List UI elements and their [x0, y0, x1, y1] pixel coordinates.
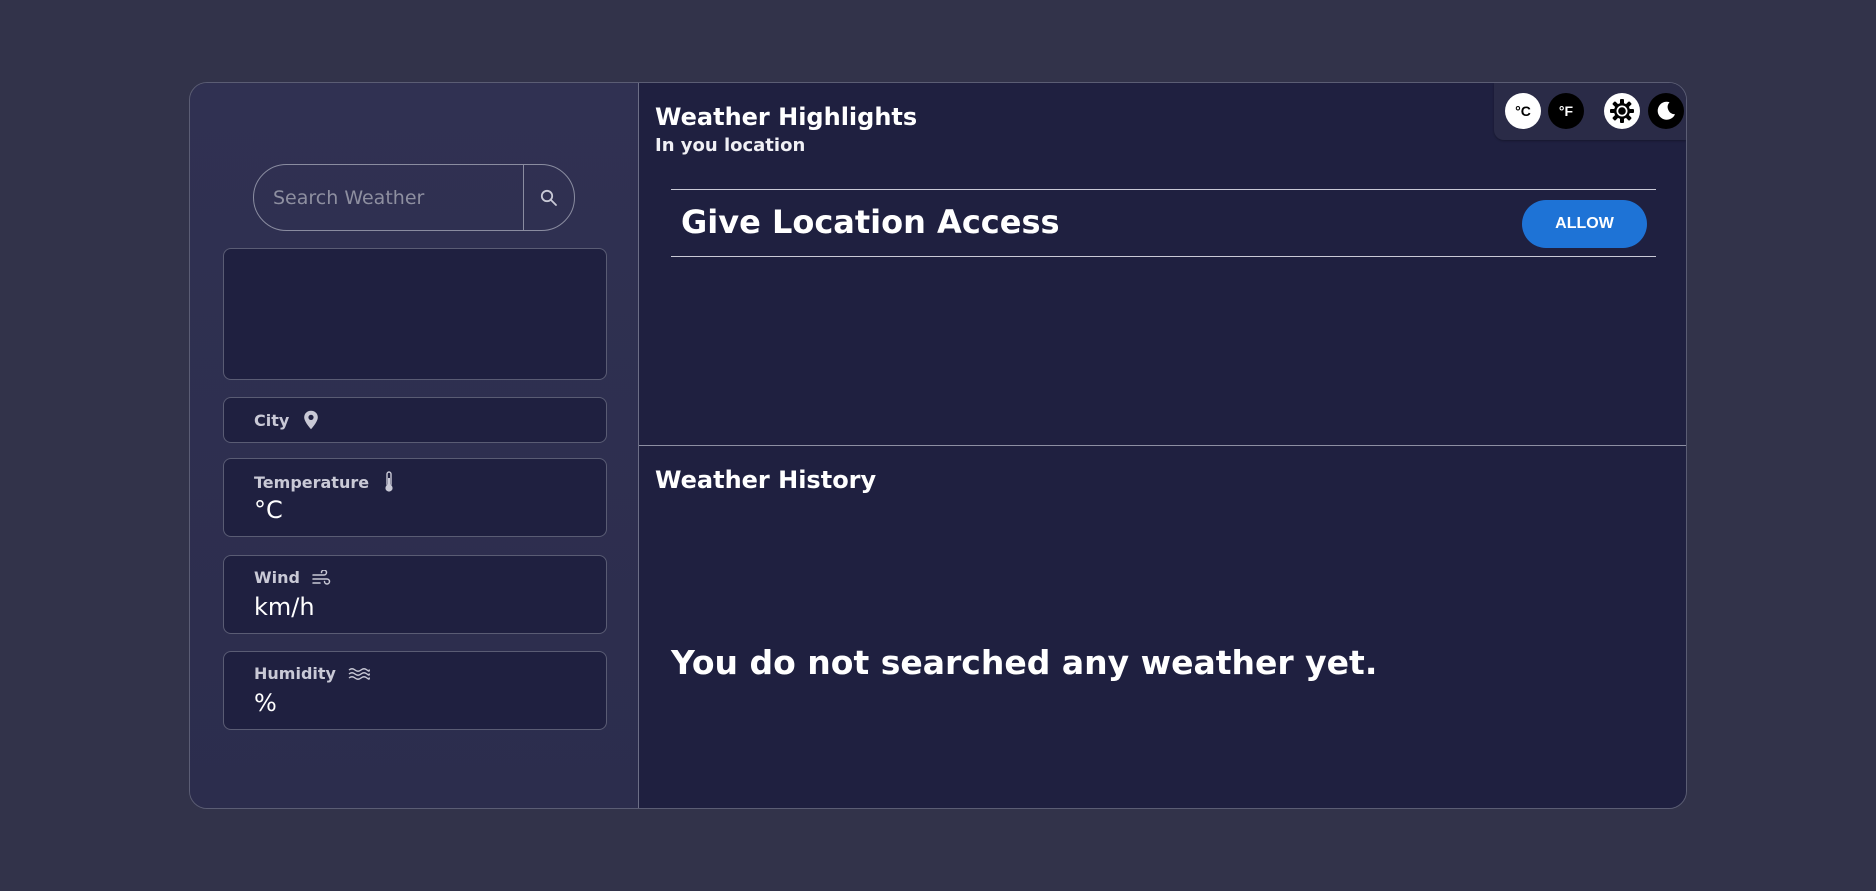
temperature-card: Temperature °C: [223, 458, 607, 537]
location-access-prompt: Give Location Access: [681, 203, 1060, 241]
humidity-waves-icon: [348, 667, 370, 680]
humidity-label-row: Humidity: [254, 664, 370, 683]
temperature-label-row: Temperature: [254, 471, 395, 493]
highlights-section: Weather Highlights In you location °C °F: [639, 83, 1686, 446]
fahrenheit-toggle[interactable]: °F: [1548, 93, 1584, 129]
city-label-row: City: [254, 410, 319, 430]
dark-theme-button[interactable]: [1648, 93, 1684, 129]
search-button[interactable]: [523, 165, 574, 230]
history-empty-message: You do not searched any weather yet.: [671, 643, 1378, 682]
search-input[interactable]: [254, 165, 523, 230]
wind-label: Wind: [254, 568, 300, 587]
city-label: City: [254, 410, 290, 430]
city-card: City: [223, 397, 607, 443]
allow-location-button[interactable]: ALLOW: [1522, 200, 1647, 248]
highlights-title: Weather Highlights: [655, 103, 918, 131]
sun-gear-icon: [1610, 99, 1634, 123]
humidity-card: Humidity %: [223, 651, 607, 730]
humidity-value: %: [254, 689, 277, 717]
wind-card: Wind km/h: [223, 555, 607, 634]
thermometer-icon: [385, 471, 393, 492]
moon-icon: [1657, 101, 1675, 120]
history-title: Weather History: [655, 466, 877, 494]
celsius-toggle[interactable]: °C: [1505, 93, 1541, 129]
highlights-subtitle: In you location: [655, 135, 806, 156]
sidebar: City Temperature °C Wind: [190, 83, 639, 808]
search-bar: [253, 164, 575, 231]
wind-label-row: Wind: [254, 568, 332, 587]
location-pin-icon: [304, 410, 319, 430]
temperature-value: °C: [254, 496, 283, 524]
weather-display-box: [223, 248, 607, 380]
location-access-bar: Give Location Access ALLOW: [671, 189, 1656, 257]
light-theme-button[interactable]: [1604, 93, 1640, 129]
wind-value: km/h: [254, 593, 315, 621]
weather-app: City Temperature °C Wind: [189, 82, 1687, 809]
settings-toggle-panel: °C °F: [1494, 83, 1686, 140]
main-panel: Weather Highlights In you location °C °F: [639, 83, 1686, 808]
wind-icon: [312, 569, 331, 585]
history-section: Weather History You do not searched any …: [639, 446, 1686, 808]
temperature-label: Temperature: [254, 472, 370, 492]
humidity-label: Humidity: [254, 664, 336, 683]
search-icon: [540, 189, 557, 206]
